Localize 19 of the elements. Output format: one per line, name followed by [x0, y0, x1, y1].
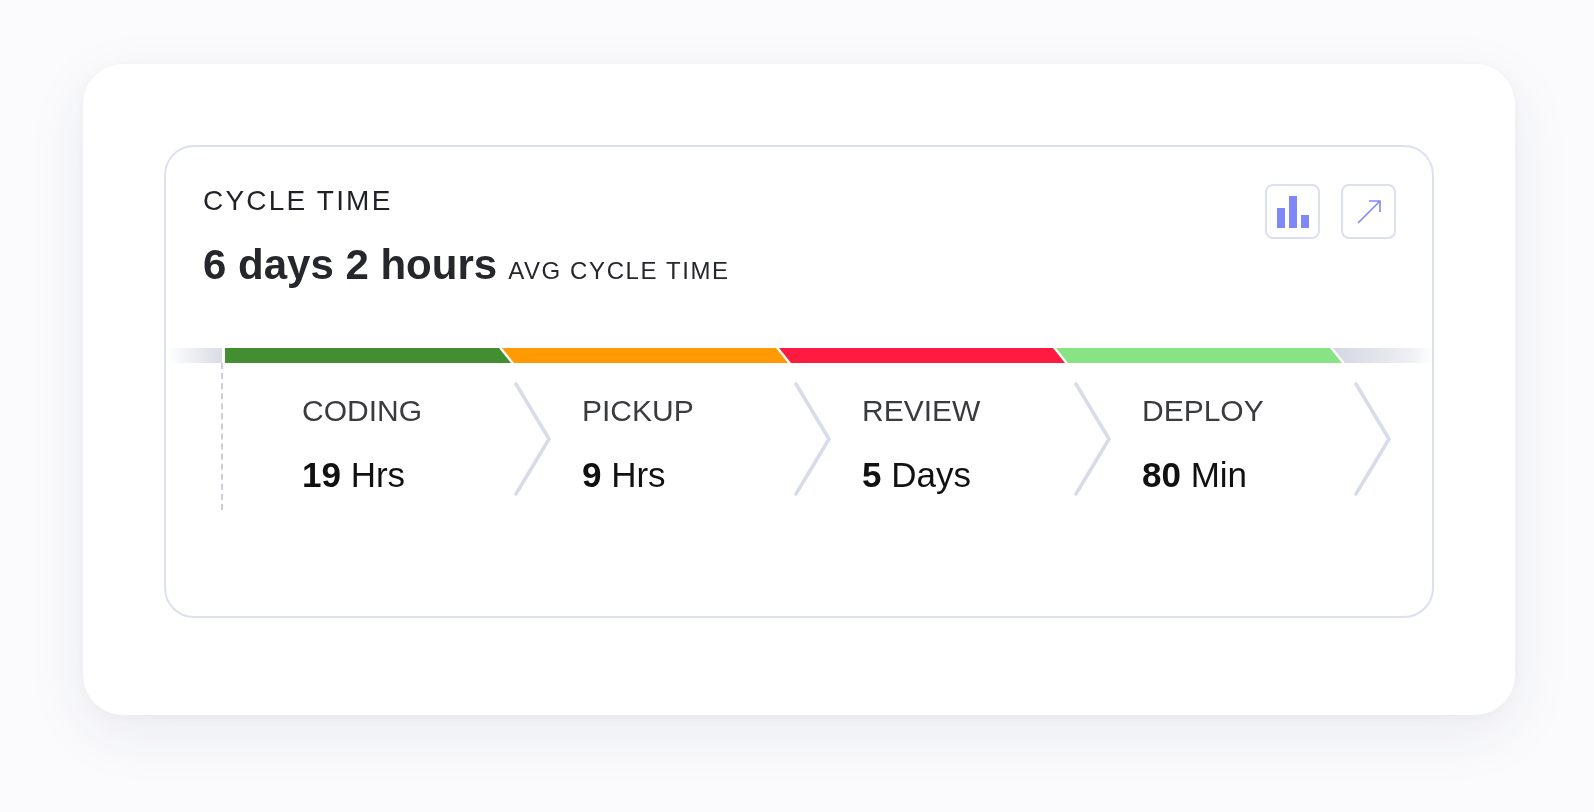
stage-label: REVIEW: [862, 393, 982, 429]
stage-value: 9 Hrs: [582, 454, 667, 496]
stage-value: 5 Days: [862, 454, 972, 496]
average-value: 6 days 2 hours: [203, 240, 498, 290]
chart-button[interactable]: [1265, 184, 1320, 239]
expand-button[interactable]: [1341, 184, 1396, 239]
card-title: CYCLE TIME: [203, 184, 394, 218]
stage-label: CODING: [302, 393, 423, 429]
bar-chart-icon: [1276, 195, 1309, 228]
stage-value: 80 Min: [1142, 454, 1249, 496]
average-label: AVG CYCLE TIME: [508, 256, 730, 286]
stage-value: 19 Hrs: [302, 454, 407, 496]
stage-label: PICKUP: [582, 393, 695, 429]
diagonal-arrow-icon: [1356, 199, 1381, 224]
chevron-icon: [514, 382, 551, 496]
chevron-icon: [794, 382, 831, 496]
chevron-icon: [1354, 382, 1391, 496]
stage-label: DEPLOY: [1142, 393, 1265, 429]
chevron-icon: [1074, 382, 1111, 496]
